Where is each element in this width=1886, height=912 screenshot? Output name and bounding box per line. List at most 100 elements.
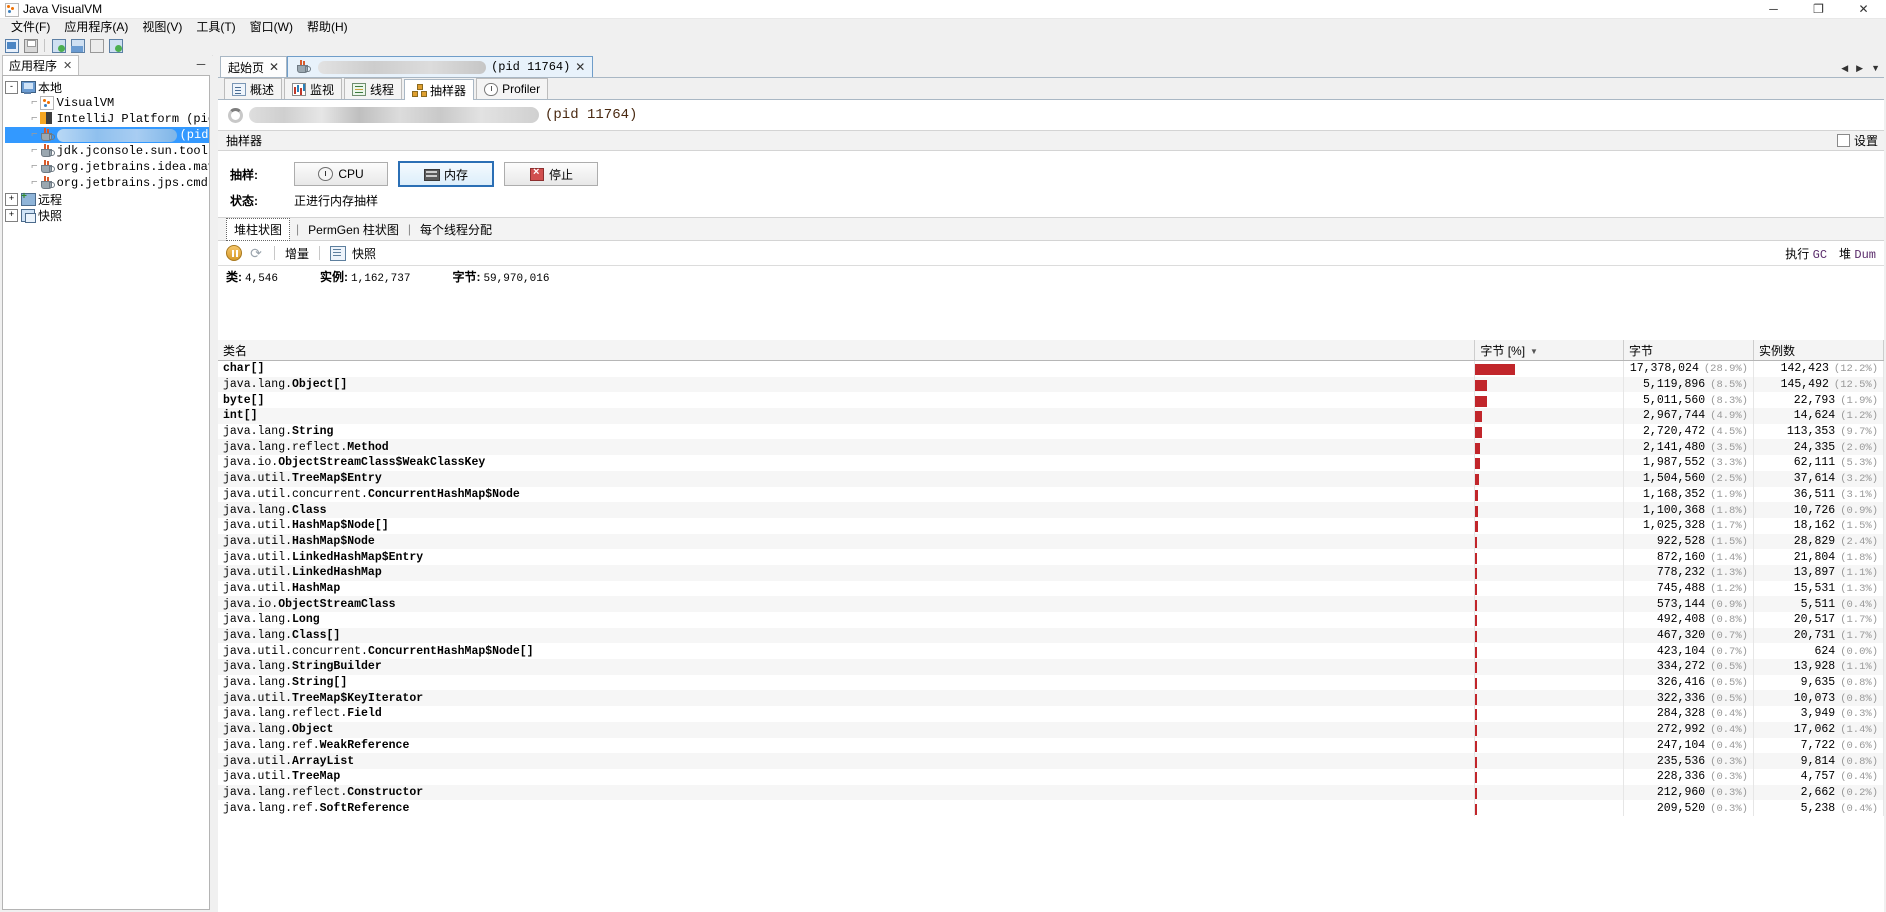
maximize-button[interactable]: ❐ — [1796, 0, 1841, 18]
perform-gc-suffix: GC — [1812, 247, 1828, 262]
table-row[interactable]: java.lang.String 2,720,472 (4.5%) 113,353 (9… — [218, 423, 1884, 440]
menu-tools[interactable]: 工具(T) — [189, 19, 242, 36]
delta-button[interactable]: 增量 — [285, 245, 309, 262]
tab-per-thread-allocation[interactable]: 每个线程分配 — [417, 219, 495, 240]
close-icon[interactable]: ✕ — [63, 59, 72, 72]
table-row[interactable]: char[] 17,378,024 (28.9%) 142,423 (12.2%) — [218, 360, 1884, 377]
table-row[interactable]: java.util.TreeMap$KeyIterator 322,336 (0.5… — [218, 690, 1884, 707]
panel-minimize-icon[interactable]: ─ — [194, 57, 208, 71]
stop-sample-button[interactable]: 停止 — [504, 162, 598, 186]
column-header-class-name[interactable]: 类名 — [218, 340, 1476, 361]
tree-node-jconsole[interactable]: ⌐ jdk.jconsole.sun.tools.jconsole.JC — [5, 143, 209, 159]
tab-sampler[interactable]: 抽样器 — [404, 79, 475, 100]
tab-overview[interactable]: 概述 — [224, 78, 283, 99]
table-row[interactable]: java.lang.Long 492,408 (0.8%) 20,517 (1.7%) — [218, 612, 1884, 628]
table-row[interactable]: java.lang.ref.SoftReference 209,520 (0.3%)… — [218, 800, 1884, 816]
tab-scroll-left-icon[interactable]: ◀ — [1841, 63, 1848, 74]
menu-window[interactable]: 窗口(W) — [243, 19, 300, 36]
expand-toggle-icon[interactable]: + — [5, 208, 18, 222]
cell-instances: 145,492 (12.5%) — [1753, 376, 1884, 393]
cell-bytes: 284,328 (0.4%) — [1623, 706, 1754, 722]
tree-node-maven-server[interactable]: ⌐ org.jetbrains.idea.maven.server.Re — [5, 159, 209, 175]
column-header-bytes[interactable]: 字节 — [1623, 340, 1754, 361]
column-header-instances[interactable]: 实例数 — [1753, 340, 1884, 361]
table-row[interactable]: java.util.concurrent.ConcurrentHashMap$N… — [218, 486, 1884, 503]
pause-icon[interactable] — [226, 245, 242, 261]
table-row[interactable]: java.lang.Class[] 467,320 (0.7%) 20,731 (1.7… — [218, 627, 1884, 644]
cpu-sample-button[interactable]: CPU — [294, 162, 388, 186]
menu-file[interactable]: 文件(F) — [4, 19, 57, 36]
perform-gc-button[interactable]: 执行 GC — [1785, 245, 1827, 262]
tab-start-page[interactable]: 起始页 ✕ — [220, 56, 288, 77]
memory-sample-button[interactable]: 内存 — [398, 161, 494, 187]
settings-checkbox-group[interactable]: 设置 — [1836, 132, 1878, 149]
tab-threads[interactable]: 线程 — [344, 78, 403, 99]
menu-view[interactable]: 视图(V) — [135, 19, 189, 36]
cell-class-name: java.lang.reflect.Method — [218, 439, 1476, 456]
open-icon[interactable] — [3, 37, 20, 54]
snapshot-button[interactable]: 快照 — [352, 245, 376, 262]
snapshot-icon[interactable] — [330, 245, 347, 261]
tree-node-remote[interactable]: + 远程 — [5, 191, 209, 208]
table-row[interactable]: java.util.LinkedHashMap$Entry 872,160 (1.4… — [218, 549, 1884, 565]
tree-node-visualvm[interactable]: ⌐ VisualVM — [5, 95, 209, 111]
table-row[interactable]: java.util.concurrent.ConcurrentHashMap$N… — [218, 643, 1884, 660]
close-icon[interactable]: ✕ — [575, 60, 585, 74]
table-row[interactable]: byte[] 5,011,560 (8.3%) 22,793 (1.9%) — [218, 392, 1884, 409]
expand-toggle-icon[interactable]: - — [5, 80, 18, 94]
add-vm-icon[interactable] — [107, 37, 124, 54]
expand-toggle-icon[interactable]: + — [5, 192, 18, 206]
menu-applications[interactable]: 应用程序(A) — [57, 19, 135, 36]
tree-node-snapshots[interactable]: + 快照 — [5, 207, 209, 224]
tab-scroll-right-icon[interactable]: ▶ — [1856, 63, 1863, 74]
save-icon[interactable] — [22, 37, 39, 54]
table-header-row: 类名 字节 [%] ▼ 字节 实例数 — [218, 340, 1884, 361]
table-row[interactable]: java.io.ObjectStreamClass 573,144 (0.9%) 5,… — [218, 596, 1884, 612]
tab-label: 起始页 — [228, 60, 265, 75]
tree-node-jps-launcher[interactable]: ⌐ org.jetbrains.jps.cmdline.Launcher — [5, 175, 209, 191]
menu-help[interactable]: 帮助(H) — [300, 19, 355, 36]
table-row[interactable]: java.util.ArrayList 235,536 (0.3%) 9,814 (0.… — [218, 753, 1884, 769]
table-row[interactable]: java.util.HashMap$Node 922,528 (1.5%) 28,82… — [218, 533, 1884, 550]
table-row[interactable]: java.io.ObjectStreamClass$WeakClassKey 1,… — [218, 455, 1884, 471]
table-row[interactable]: java.lang.String[] 326,416 (0.5%) 9,635 (0.8… — [218, 674, 1884, 691]
table-row[interactable]: java.lang.ref.WeakReference 247,104 (0.4%)… — [218, 737, 1884, 754]
tab-profiler[interactable]: Profiler — [476, 78, 549, 99]
column-header-bytes-pct[interactable]: 字节 [%] ▼ — [1474, 340, 1624, 361]
bytes-bar — [1475, 678, 1477, 690]
table-row[interactable]: java.lang.StringBuilder 334,272 (0.5%) 13,9… — [218, 659, 1884, 675]
stat-instances: 实例: 1,162,737 — [320, 268, 410, 285]
table-row[interactable]: java.lang.reflect.Method 2,141,480 (3.5%) 2… — [218, 439, 1884, 456]
tree-node-intellij[interactable]: ⌐ IntelliJ Platform (pid 8840) — [5, 111, 209, 127]
applications-tab[interactable]: 应用程序 ✕ — [2, 55, 80, 75]
settings-checkbox[interactable] — [1836, 134, 1850, 147]
tab-monitor[interactable]: 监视 — [284, 78, 343, 99]
table-row[interactable]: java.lang.Object 272,992 (0.4%) 17,062 (1.4%… — [218, 721, 1884, 738]
refresh-icon[interactable]: ⟳ — [248, 245, 264, 261]
tab-application[interactable]: (pid 11764) ✕ — [287, 56, 594, 77]
tree-node-selected-app[interactable]: ⌐ (pid — [5, 127, 209, 143]
heap-dump-button[interactable]: 堆 Dum — [1839, 245, 1876, 262]
table-row[interactable]: java.util.TreeMap 228,336 (0.3%) 4,757 (0.4%… — [218, 768, 1884, 785]
minimize-button[interactable]: ─ — [1751, 0, 1796, 18]
table-row[interactable]: java.util.LinkedHashMap 778,232 (1.3%) 13,8… — [218, 564, 1884, 581]
table-row[interactable]: java.lang.Class 1,100,368 (1.8%) 10,726 (0.9… — [218, 502, 1884, 518]
tree-node-local[interactable]: - 本地 — [5, 79, 209, 96]
table-row[interactable]: java.lang.reflect.Field 284,328 (0.4%) 3,94… — [218, 706, 1884, 722]
table-row[interactable]: java.util.HashMap$Node[] 1,025,328 (1.7%) 1… — [218, 517, 1884, 534]
tab-list-icon[interactable]: ▼ — [1871, 63, 1880, 74]
table-row[interactable]: java.util.HashMap 745,488 (1.2%) 15,531 (1.3… — [218, 580, 1884, 597]
table-row[interactable]: java.lang.Object[] 5,119,896 (8.5%) 145,492… — [218, 376, 1884, 393]
add-jmx-icon[interactable] — [69, 37, 86, 54]
close-icon[interactable]: ✕ — [269, 60, 279, 74]
table-row[interactable]: int[] 2,967,744 (4.9%) 14,624 (1.2%) — [218, 408, 1884, 424]
tab-heap-histogram[interactable]: 堆柱状图 — [226, 217, 291, 241]
table-row[interactable]: java.lang.reflect.Constructor 212,960 (0.3… — [218, 784, 1884, 801]
tab-permgen-histogram[interactable]: PermGen 柱状图 — [305, 219, 402, 240]
threads-icon — [352, 82, 367, 96]
close-button[interactable]: ✕ — [1841, 0, 1886, 18]
table-row[interactable]: java.util.TreeMap$Entry 1,504,560 (2.5%) 37… — [218, 470, 1884, 487]
cell-instances: 5,511 (0.4%) — [1753, 596, 1884, 612]
add-host-icon[interactable] — [50, 37, 67, 54]
load-snapshot-icon[interactable] — [88, 37, 105, 54]
